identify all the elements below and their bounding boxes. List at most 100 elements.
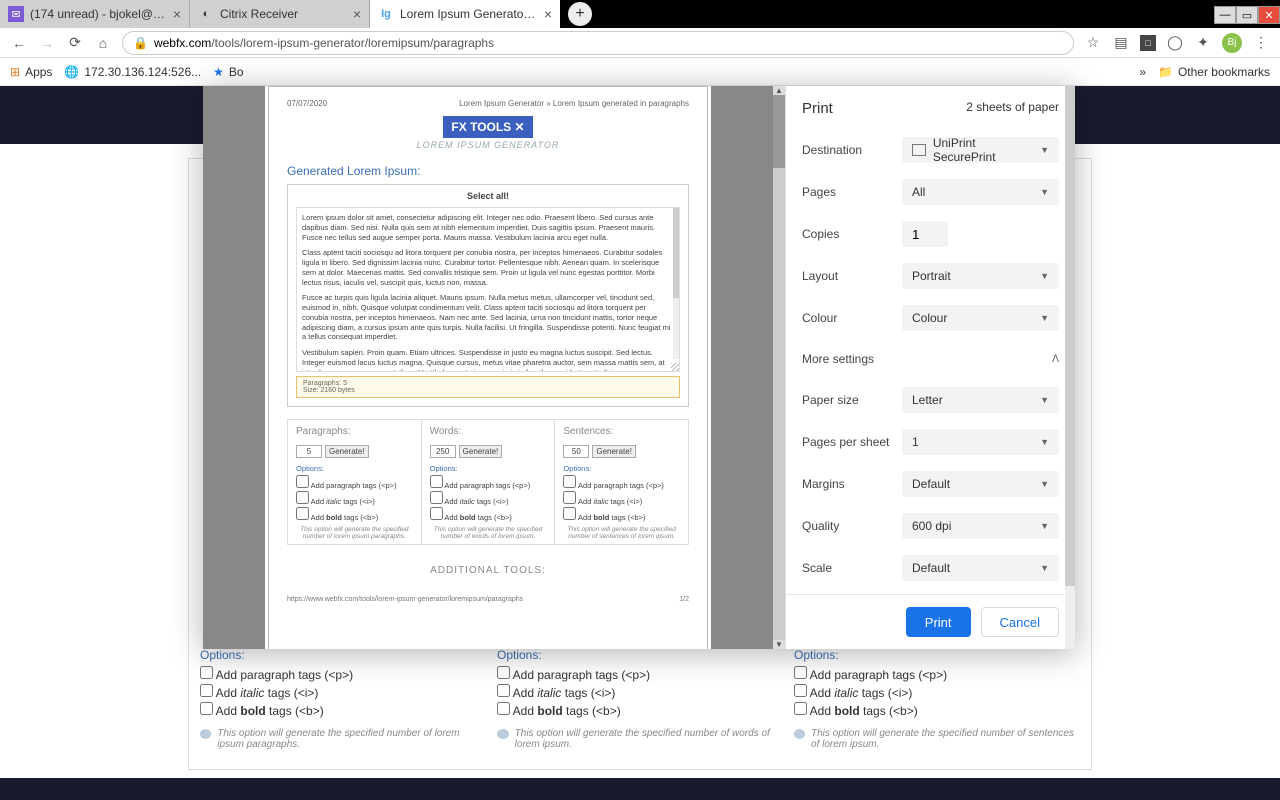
extension-icon[interactable]: ▤ [1112,34,1130,52]
tab-citrix[interactable]: ◐ Citrix Receiver × [190,0,370,28]
sheet-count: 2 sheets of paper [966,100,1059,117]
options-header: Options: [497,648,777,662]
extensions-button[interactable]: ✦ [1194,34,1212,52]
lock-icon: 🔒 [133,36,148,50]
browser-tabstrip: ✉ (174 unread) - bjokel@rogers.co × ◐ Ci… [0,0,1280,28]
chevron-down-icon: ▼ [1040,395,1049,405]
more-settings-toggle[interactable]: More settingsᐱ [802,339,1059,379]
checkbox-add-b[interactable]: Add bold tags (<b>) [497,702,777,718]
scroll-up-icon[interactable]: ▲ [773,86,785,95]
checkbox-add-b[interactable]: Add bold tags (<b>) [794,702,1074,718]
preview-page: 07/07/2020 Lorem Ipsum Generator » Lorem… [268,86,708,649]
preview-scrollbar[interactable]: ▲ ▼ [773,86,785,649]
info-icon [794,729,805,739]
logo: FX TOOLS ✕ [443,116,532,138]
bookmarks-overflow[interactable]: » [1139,65,1146,79]
page-scrollbar[interactable] [1065,86,1075,649]
chevron-down-icon: ▼ [1040,521,1049,531]
bookmark-item[interactable]: 🌐172.30.136.124:526... [64,65,201,79]
apps-icon: ⊞ [10,65,20,79]
pages-select[interactable]: All▼ [902,179,1059,205]
other-bookmarks[interactable]: 📁Other bookmarks [1158,65,1270,79]
profile-avatar[interactable]: Bj [1222,33,1242,53]
star-icon: ★ [213,65,224,79]
print-button[interactable]: Print [906,607,971,637]
hint-text: This option will generate the specified … [217,728,480,750]
chevron-down-icon: ▼ [1040,271,1049,281]
star-icon[interactable]: ☆ [1084,34,1102,52]
extension-icon[interactable]: □ [1140,35,1156,51]
col-header: Words: [430,426,547,437]
print-preview-pane: 07/07/2020 Lorem Ipsum Generator » Lorem… [203,86,785,649]
copies-input[interactable] [902,221,948,247]
resize-handle [671,363,679,371]
scroll-down-icon[interactable]: ▼ [773,640,785,649]
destination-select[interactable]: UniPrint SecurePrint ▼ [902,137,1059,163]
new-tab-button[interactable]: + [568,2,592,26]
generate-button: Generate! [459,445,503,458]
minimize-button[interactable]: — [1214,6,1236,24]
checkbox-add-b[interactable]: Add bold tags (<b>) [200,702,480,718]
layout-select[interactable]: Portrait▼ [902,263,1059,289]
chevron-down-icon: ▼ [1040,145,1049,155]
checkbox-add-p[interactable]: Add paragraph tags (<p>) [794,666,1074,682]
chevron-down-icon: ▼ [1040,187,1049,197]
preview-date: 07/07/2020 [287,99,327,108]
scale-select[interactable]: Default▼ [902,555,1059,581]
additional-tools: ADDITIONAL TOOLS: [287,565,689,576]
extension-icon[interactable]: ◯ [1166,34,1184,52]
tab-lorem[interactable]: Ig Lorem Ipsum Generator » Lorem × [370,0,560,28]
print-title: Print [802,100,833,117]
close-window-button[interactable]: ✕ [1258,6,1280,24]
generate-button: Generate! [592,445,636,458]
address-bar[interactable]: 🔒 webfx.com/tools/lorem-ipsum-generator/… [122,31,1074,55]
tab-title: Citrix Receiver [220,7,347,21]
menu-button[interactable]: ⋮ [1252,34,1270,52]
scrollbar [673,208,679,359]
colour-select[interactable]: Colour▼ [902,305,1059,331]
input-value: 250 [430,445,456,458]
col-header: Paragraphs: [296,426,413,437]
checkbox-add-i[interactable]: Add italic tags (<i>) [497,684,777,700]
checkbox-add-p[interactable]: Add paragraph tags (<p>) [497,666,777,682]
checkbox-add-i[interactable]: Add italic tags (<i>) [200,684,480,700]
tab-title: Lorem Ipsum Generator » Lorem [400,7,538,21]
chevron-down-icon: ▼ [1040,479,1049,489]
close-icon[interactable]: × [173,6,181,22]
hint-text: This option will generate the specified … [811,728,1074,750]
destination-label: Destination [802,143,902,157]
bookmark-item[interactable]: ★Bo [213,65,243,79]
close-icon[interactable]: × [544,6,552,22]
pages-per-sheet-select[interactable]: 1▼ [902,429,1059,455]
back-button[interactable]: ← [10,34,28,52]
footer-page: 1/2 [679,596,689,603]
forward-button[interactable]: → [38,34,56,52]
url-text: webfx.com/tools/lorem-ipsum-generator/lo… [154,36,494,50]
info-icon [497,729,509,739]
tab-mail[interactable]: ✉ (174 unread) - bjokel@rogers.co × [0,0,190,28]
globe-icon: 🌐 [64,65,79,79]
chevron-down-icon: ▼ [1040,313,1049,323]
window-controls: — ▭ ✕ [1214,4,1280,24]
apps-button[interactable]: ⊞Apps [10,65,52,79]
quality-select[interactable]: 600 dpi▼ [902,513,1059,539]
tab-title: (174 unread) - bjokel@rogers.co [30,7,167,21]
preview-headline: Lorem Ipsum Generator » Lorem Ipsum gene… [459,99,689,108]
pages-label: Pages [802,185,902,199]
chevron-down-icon: ▼ [1040,563,1049,573]
close-icon[interactable]: × [353,6,361,22]
cancel-button[interactable]: Cancel [981,607,1059,637]
reload-button[interactable]: ⟳ [66,34,84,52]
input-value: 5 [296,445,322,458]
browser-toolbar: ← → ⟳ ⌂ 🔒 webfx.com/tools/lorem-ipsum-ge… [0,28,1280,58]
margins-select[interactable]: Default▼ [902,471,1059,497]
home-button[interactable]: ⌂ [94,34,112,52]
layout-label: Layout [802,269,902,283]
maximize-button[interactable]: ▭ [1236,6,1258,24]
citrix-icon: ◐ [198,6,214,22]
printer-icon [912,144,926,156]
paper-size-select[interactable]: Letter▼ [902,387,1059,413]
preview-heading: Generated Lorem Ipsum: [287,164,689,178]
checkbox-add-p[interactable]: Add paragraph tags (<p>) [200,666,480,682]
checkbox-add-i[interactable]: Add italic tags (<i>) [794,684,1074,700]
